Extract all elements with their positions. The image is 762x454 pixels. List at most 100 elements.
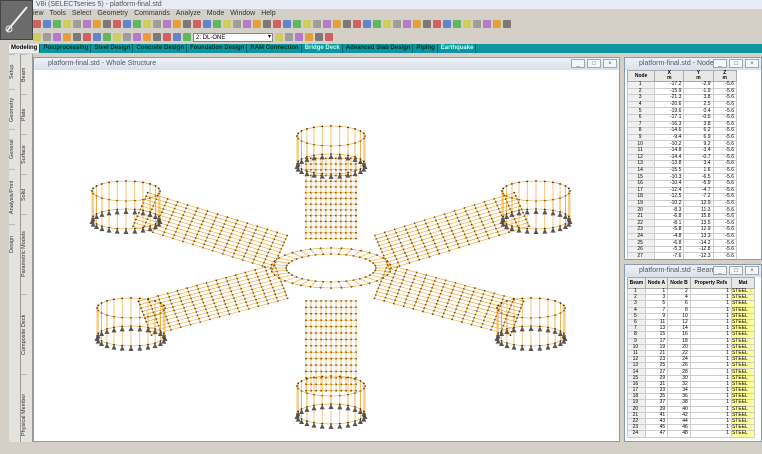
table-cell[interactable]: -5.3	[655, 246, 684, 253]
table-row[interactable]: 20-8.311.3-5.6	[628, 207, 737, 214]
table-cell[interactable]: STEEL	[731, 431, 754, 437]
table-cell[interactable]: 21	[628, 213, 655, 220]
minimize-button[interactable]: _	[713, 59, 727, 68]
column-header[interactable]: Node A	[645, 278, 667, 289]
toolbar-icon[interactable]	[163, 20, 171, 28]
table-row[interactable]: 7-16.33.8-5.6	[628, 121, 737, 128]
side-tab-physical-member[interactable]: Physical Member	[21, 374, 27, 454]
toolbar-icon[interactable]	[153, 20, 161, 28]
toolbar-icon[interactable]	[213, 20, 221, 28]
side-tab-design[interactable]: Design	[9, 224, 15, 264]
load-case-dropdown[interactable]: 2: DL-ONE	[193, 33, 273, 42]
side-tab-surface[interactable]: Surface	[21, 134, 27, 174]
table-cell[interactable]: -9.4	[655, 134, 684, 141]
toolbar-icon[interactable]	[373, 20, 381, 28]
toolbar-icon[interactable]	[483, 20, 491, 28]
menu-item[interactable]: Commands	[134, 9, 170, 18]
table-row[interactable]: 24-4.813.3-5.6	[628, 233, 737, 240]
toolbar-icon[interactable]	[253, 20, 261, 28]
tab-postprocessing[interactable]: Postprocessing	[41, 44, 91, 53]
toolbar-icon[interactable]	[83, 20, 91, 28]
menu-item[interactable]: Select	[72, 9, 91, 18]
toolbar-icon[interactable]	[473, 20, 481, 28]
toolbar-icon[interactable]	[295, 33, 303, 41]
table-row[interactable]: 17-12.4-4.7-5.6	[628, 187, 737, 194]
table-cell[interactable]: -5.6	[713, 233, 737, 240]
tab-steel-design[interactable]: Steel Design	[92, 44, 133, 53]
toolbar-icon[interactable]	[393, 20, 401, 28]
toolbar-icon[interactable]	[33, 33, 41, 41]
toolbar-icon[interactable]	[113, 20, 121, 28]
table-cell[interactable]: 16	[628, 180, 655, 187]
toolbar-icon[interactable]	[43, 33, 51, 41]
table-cell[interactable]: 14	[628, 167, 655, 174]
toolbar-icon[interactable]	[303, 20, 311, 28]
table-cell[interactable]: 24	[628, 431, 646, 437]
close-button[interactable]: ×	[745, 59, 759, 68]
toolbar-icon[interactable]	[153, 33, 161, 41]
table-cell[interactable]: 47	[645, 431, 667, 437]
column-header[interactable]: Beam	[628, 278, 646, 289]
tab-modeling[interactable]: Modeling	[9, 44, 40, 53]
toolbar-icon[interactable]	[123, 33, 131, 41]
toolbar-icon[interactable]	[283, 20, 291, 28]
table-row[interactable]: 14-15.51.6-5.6	[628, 167, 737, 174]
table-row[interactable]: 21-6.815.8-5.6	[628, 213, 737, 220]
table-cell[interactable]: 12.9	[684, 200, 713, 207]
table-cell[interactable]: -12.3	[684, 253, 713, 260]
table-row[interactable]: 25-6.8-14.2-5.6	[628, 240, 737, 247]
toolbar-icon[interactable]	[173, 33, 181, 41]
toolbar-icon[interactable]	[463, 20, 471, 28]
table-cell[interactable]: -15.5	[655, 167, 684, 174]
table-cell[interactable]: -12.8	[684, 246, 713, 253]
side-tab-beam[interactable]: Beam	[21, 54, 27, 94]
table-cell[interactable]: -5.6	[713, 167, 737, 174]
maximize-button[interactable]: □	[587, 59, 601, 68]
maximize-button[interactable]: □	[729, 59, 743, 68]
table-row[interactable]: 1-17.2-2.9-5.6	[628, 82, 737, 89]
table-cell[interactable]: 19	[628, 200, 655, 207]
table-row[interactable]: 26-5.3-12.8-5.6	[628, 246, 737, 253]
toolbar-icon[interactable]	[243, 20, 251, 28]
minimize-button[interactable]: _	[571, 59, 585, 68]
table-row[interactable]: 6-17.1-0.5-5.6	[628, 114, 737, 121]
toolbar-icon[interactable]	[143, 33, 151, 41]
table-cell[interactable]: -5.6	[713, 101, 737, 108]
column-header[interactable]: Y m	[684, 71, 713, 82]
toolbar-icon[interactable]	[53, 20, 61, 28]
table-row[interactable]: 4-20.62.5-5.6	[628, 101, 737, 108]
side-tab-composite-deck[interactable]: Composite Deck	[21, 294, 27, 374]
toolbar-icon[interactable]	[493, 20, 501, 28]
column-header[interactable]: Node B	[668, 278, 691, 289]
tab-earthquake[interactable]: Earthquake	[439, 44, 477, 53]
menu-item[interactable]: Window	[230, 9, 255, 18]
toolbar-icon[interactable]	[333, 20, 341, 28]
toolbar-icon[interactable]	[193, 20, 201, 28]
toolbar-icon[interactable]	[325, 33, 333, 41]
toolbar-icon[interactable]	[233, 20, 241, 28]
table-row[interactable]: 12-14.4-0.7-5.6	[628, 154, 737, 161]
column-header[interactable]: X m	[655, 71, 684, 82]
column-header[interactable]: Z m	[713, 71, 737, 82]
menu-item[interactable]: Tools	[50, 9, 66, 18]
tab-piping[interactable]: Piping	[414, 44, 437, 53]
table-cell[interactable]: -5.6	[713, 134, 737, 141]
table-cell[interactable]: -5.6	[713, 246, 737, 253]
toolbar-icon[interactable]	[123, 20, 131, 28]
column-header[interactable]: Node	[628, 71, 655, 82]
side-tab-solid[interactable]: Solid	[21, 174, 27, 214]
column-header[interactable]: Mat	[731, 278, 754, 289]
toolbar-icon[interactable]	[103, 33, 111, 41]
toolbar-icon[interactable]	[93, 33, 101, 41]
toolbar-icon[interactable]	[183, 33, 191, 41]
toolbar-icon[interactable]	[133, 33, 141, 41]
table-cell[interactable]: -5.6	[713, 253, 737, 260]
toolbar-icon[interactable]	[403, 20, 411, 28]
table-cell[interactable]: -4.8	[655, 233, 684, 240]
table-cell[interactable]: 2.5	[684, 101, 713, 108]
toolbar-icon[interactable]	[383, 20, 391, 28]
table-cell[interactable]: -6.8	[655, 213, 684, 220]
table-cell[interactable]: -5.6	[713, 200, 737, 207]
table-row[interactable]: 10-10.29.2-5.6	[628, 141, 737, 148]
toolbar-icon[interactable]	[275, 33, 283, 41]
